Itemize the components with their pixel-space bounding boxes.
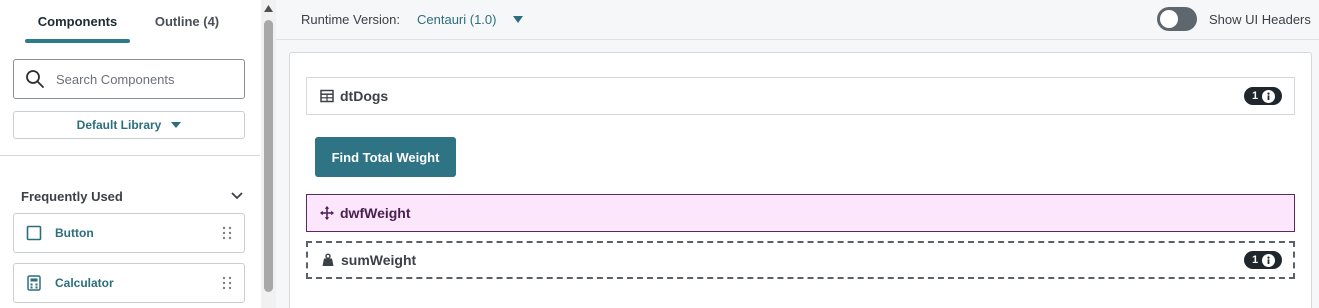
top-bar: Runtime Version: Centauri (1.0) Show UI … (276, 0, 1319, 40)
info-icon (1262, 89, 1276, 103)
panel-scrollbar[interactable] (261, 0, 276, 308)
component-label: Calculator (55, 276, 114, 290)
drag-handle-icon[interactable] (221, 275, 233, 291)
canvas-component-dwfweight[interactable]: dwfWeight (306, 194, 1295, 232)
find-total-weight-button[interactable]: Find Total Weight (315, 137, 456, 177)
canvas-component-sumweight[interactable]: sumWeight 1 (306, 241, 1295, 279)
calculator-icon (26, 275, 42, 291)
move-icon[interactable] (320, 206, 334, 220)
badge-count: 1 (1252, 90, 1259, 102)
app-root: Components Outline (4) Default Library F… (0, 0, 1319, 308)
caret-down-icon[interactable] (513, 16, 523, 23)
search-box[interactable] (13, 59, 245, 99)
search-icon (25, 69, 45, 89)
canvas-component-dtdogs[interactable]: dtDogs 1 (306, 77, 1295, 115)
tab-components[interactable]: Components (25, 0, 130, 43)
active-tab-indicator (25, 39, 130, 43)
scroll-up-arrow-icon[interactable] (264, 5, 273, 12)
component-name: dwfWeight (340, 205, 411, 221)
runtime-version-label: Runtime Version: (301, 12, 400, 27)
library-select[interactable]: Default Library (13, 111, 245, 139)
component-item-calculator[interactable]: Calculator (13, 263, 245, 303)
badge-count: 1 (1252, 254, 1259, 266)
section-title: Frequently Used (21, 188, 123, 204)
drag-handle-icon[interactable] (221, 225, 233, 241)
library-select-label: Default Library (76, 118, 162, 132)
weight-icon (321, 253, 335, 267)
table-icon (320, 89, 334, 103)
info-badge[interactable]: 1 (1244, 251, 1282, 269)
component-name: sumWeight (341, 252, 417, 268)
toggle-knob (1160, 10, 1178, 28)
component-panel: Components Outline (4) Default Library F… (0, 0, 260, 308)
panel-tabs: Components Outline (4) (0, 0, 260, 43)
component-item-button[interactable]: Button (13, 213, 245, 253)
component-label: Button (55, 226, 94, 240)
info-icon (1262, 253, 1276, 267)
component-name: dtDogs (340, 88, 389, 104)
runtime-version-select[interactable]: Centauri (1.0) (417, 12, 496, 27)
panel-divider (0, 155, 260, 156)
frequently-used-header[interactable]: Frequently Used (21, 186, 243, 206)
square-outline-icon (26, 225, 42, 241)
scrollbar-thumb[interactable] (264, 20, 273, 292)
show-ui-headers-toggle[interactable] (1157, 7, 1197, 31)
caret-down-icon (171, 121, 182, 129)
tab-outline[interactable]: Outline (4) (142, 0, 232, 43)
info-badge[interactable]: 1 (1244, 87, 1282, 105)
search-input[interactable] (56, 71, 226, 87)
show-ui-headers-label: Show UI Headers (1209, 12, 1311, 27)
chevron-down-icon (231, 192, 243, 200)
